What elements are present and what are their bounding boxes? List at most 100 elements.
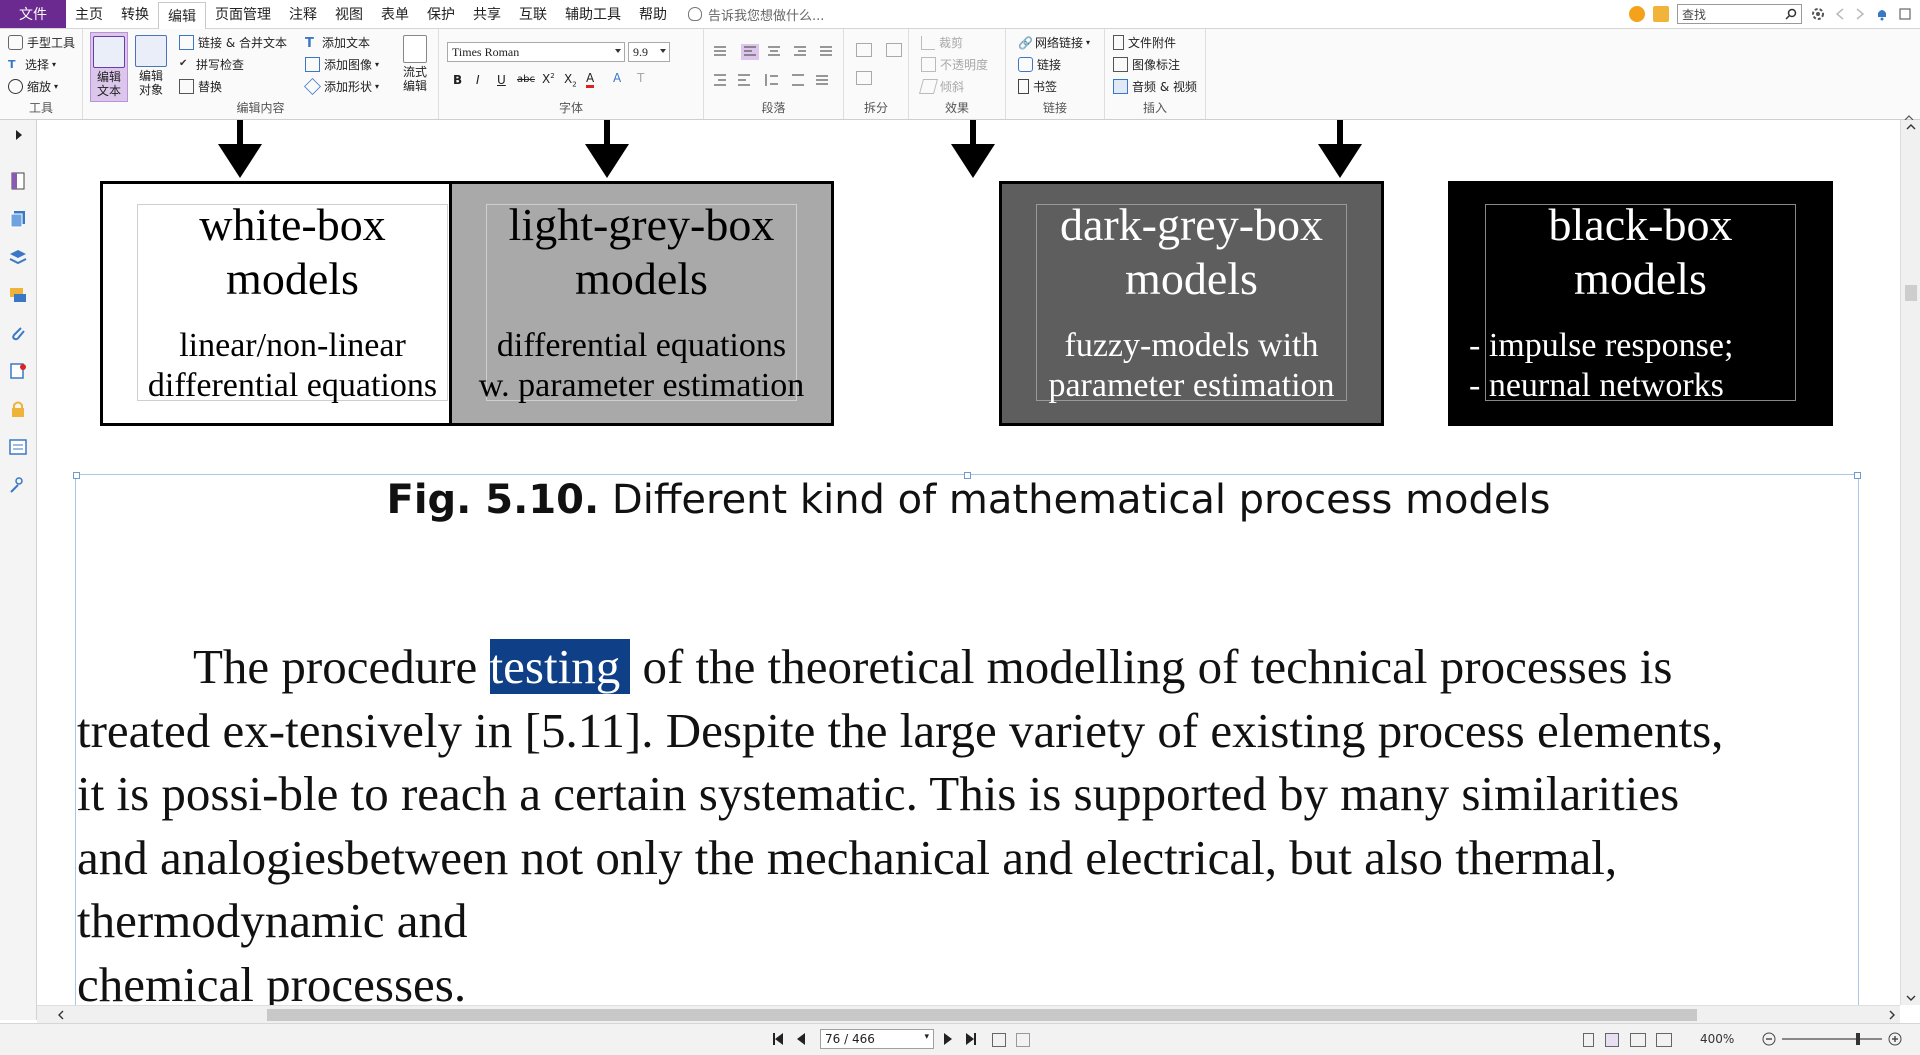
opacity-button[interactable]: 不透明度 <box>921 56 988 73</box>
text-effect-button[interactable]: A <box>613 71 621 85</box>
paragraph-indent-icons[interactable] <box>712 72 838 88</box>
previous-page-button[interactable] <box>797 1033 811 1047</box>
search-input[interactable]: 查找 <box>1677 4 1802 24</box>
select-tool-button[interactable]: T 选择 ▾ <box>8 56 56 73</box>
menu-tab[interactable]: 表单 <box>372 0 418 28</box>
superscript-button[interactable]: X2 <box>542 72 555 86</box>
menu-tab[interactable]: 主页 <box>66 0 112 28</box>
spell-check-button[interactable]: ✔ 拼写检查 <box>179 56 244 73</box>
font-size-select[interactable]: 9.9 <box>628 42 670 62</box>
continuous-view-icon[interactable] <box>1605 1033 1619 1047</box>
font-family-select[interactable]: Times Roman <box>447 42 625 62</box>
facing-view-icon[interactable] <box>1630 1033 1646 1047</box>
underline-button[interactable]: U <box>497 73 506 87</box>
link-merge-button[interactable]: 链接 & 合并文本 <box>179 34 287 51</box>
italic-button[interactable]: I <box>476 73 480 87</box>
zoom-out-icon[interactable] <box>1762 1032 1776 1046</box>
accessibility-icon[interactable] <box>9 476 27 494</box>
zoom-slider[interactable] <box>1782 1033 1882 1045</box>
next-page-button[interactable] <box>944 1033 958 1047</box>
left-sidebar <box>0 120 37 1020</box>
paragraph-align-icons[interactable] <box>712 44 838 60</box>
group-label-insert: 插入 <box>1142 101 1167 115</box>
document-view[interactable]: white-box models linear/non-linear diffe… <box>37 120 1900 1005</box>
attachments-icon[interactable] <box>9 324 27 342</box>
edit-object-button[interactable]: 编辑对象 <box>133 35 169 103</box>
menu-tab[interactable]: 共享 <box>464 0 510 28</box>
select-box-icon[interactable] <box>856 71 872 85</box>
signature-icon[interactable] <box>9 362 27 380</box>
replace-button[interactable]: 替换 <box>179 78 222 95</box>
menu-tab[interactable]: 辅助工具 <box>556 0 630 28</box>
bookmark-button[interactable]: 书签 <box>1018 78 1057 95</box>
add-shape-button[interactable]: 添加形状 ▾ <box>304 78 379 95</box>
skew-button[interactable]: 倾斜 <box>918 78 964 95</box>
horizontal-scroll-thumb[interactable] <box>267 1009 1697 1021</box>
edit-text-button[interactable]: 编辑文本 <box>90 32 128 102</box>
clear-format-button[interactable]: T <box>637 71 644 85</box>
zoom-tool-button[interactable]: 缩放 ▾ <box>8 78 58 95</box>
body-paragraph[interactable]: The procedure testing of the theoretical… <box>77 635 1877 1005</box>
join-icon[interactable] <box>886 43 902 57</box>
crop-button[interactable]: 裁剪 <box>921 34 963 51</box>
forward-icon[interactable] <box>1854 7 1866 21</box>
lock-icon[interactable] <box>9 400 27 418</box>
menu-tab[interactable]: 保护 <box>418 0 464 28</box>
bell-icon[interactable] <box>1874 6 1890 22</box>
status-bar: 76 / 466 ▾ 400% <box>0 1023 1920 1055</box>
image-annotation-button[interactable]: 图像标注 <box>1113 56 1180 73</box>
layers-icon[interactable] <box>9 248 27 266</box>
notification-icon[interactable] <box>1629 6 1645 22</box>
menu-tab[interactable]: 互联 <box>510 0 556 28</box>
form-fields-icon[interactable] <box>9 438 27 456</box>
add-image-button[interactable]: 添加图像 ▾ <box>305 56 379 73</box>
menu-tab[interactable]: 转换 <box>112 0 158 28</box>
last-page-button[interactable] <box>966 1033 980 1047</box>
file-attachment-button[interactable]: 文件附件 <box>1113 34 1176 51</box>
web-link-button[interactable]: 🔗 网络链接 ▾ <box>1018 34 1090 51</box>
link-button[interactable]: 链接 <box>1018 56 1061 73</box>
scroll-up-icon[interactable] <box>1906 123 1916 131</box>
menu-tab[interactable]: 帮助 <box>630 0 676 28</box>
add-text-button[interactable]: T 添加文本 <box>305 34 370 51</box>
menu-file[interactable]: 文件 <box>0 0 66 28</box>
link-merge-icon <box>179 35 194 50</box>
menu-tab[interactable]: 页面管理 <box>206 0 280 28</box>
font-color-button[interactable]: A <box>586 71 595 88</box>
restore-icon[interactable] <box>1898 7 1912 21</box>
menu-tab[interactable]: 编辑 <box>158 1 206 29</box>
menu-tab[interactable]: 注释 <box>280 0 326 28</box>
continuous-facing-view-icon[interactable] <box>1656 1033 1672 1047</box>
zoom-in-icon[interactable] <box>1888 1032 1902 1046</box>
zoom-level[interactable]: 400% <box>1700 1032 1734 1046</box>
expand-panel-icon[interactable] <box>14 126 24 144</box>
pages-icon[interactable] <box>9 210 27 228</box>
strikethrough-button[interactable]: abc <box>517 74 535 85</box>
scroll-down-icon[interactable] <box>1906 994 1916 1002</box>
bold-button[interactable]: B <box>453 73 462 87</box>
horizontal-scrollbar[interactable] <box>37 1005 1900 1024</box>
selected-text[interactable]: testing <box>489 639 631 694</box>
vertical-scroll-thumb[interactable] <box>1905 285 1917 301</box>
hand-tool-button[interactable]: 手型工具 <box>8 34 75 51</box>
page-thumbnail-icon[interactable] <box>9 172 27 190</box>
page-number-input[interactable]: 76 / 466 ▾ <box>820 1029 934 1049</box>
zoom-slider-thumb[interactable] <box>1856 1033 1860 1045</box>
previous-view-icon[interactable] <box>992 1033 1006 1047</box>
next-view-icon[interactable] <box>1016 1033 1030 1047</box>
back-icon[interactable] <box>1834 7 1846 21</box>
subscript-button[interactable]: X2 <box>564 72 577 88</box>
scroll-left-icon[interactable] <box>57 1010 65 1020</box>
vertical-scrollbar[interactable] <box>1900 120 1920 1005</box>
flow-edit-button[interactable]: 流式编辑 <box>399 35 431 93</box>
menu-tab[interactable]: 视图 <box>326 0 372 28</box>
audio-video-button[interactable]: 音频 & 视频 <box>1113 78 1197 95</box>
tell-me[interactable]: 告诉我您想做什么... <box>688 5 824 24</box>
first-page-button[interactable] <box>773 1033 787 1047</box>
comments-icon[interactable] <box>9 286 27 304</box>
scroll-right-icon[interactable] <box>1888 1010 1896 1020</box>
single-page-view-icon[interactable] <box>1583 1033 1594 1047</box>
folder-search-icon[interactable] <box>1653 6 1669 22</box>
split-icon[interactable] <box>856 43 872 57</box>
gear-icon[interactable] <box>1810 6 1826 22</box>
